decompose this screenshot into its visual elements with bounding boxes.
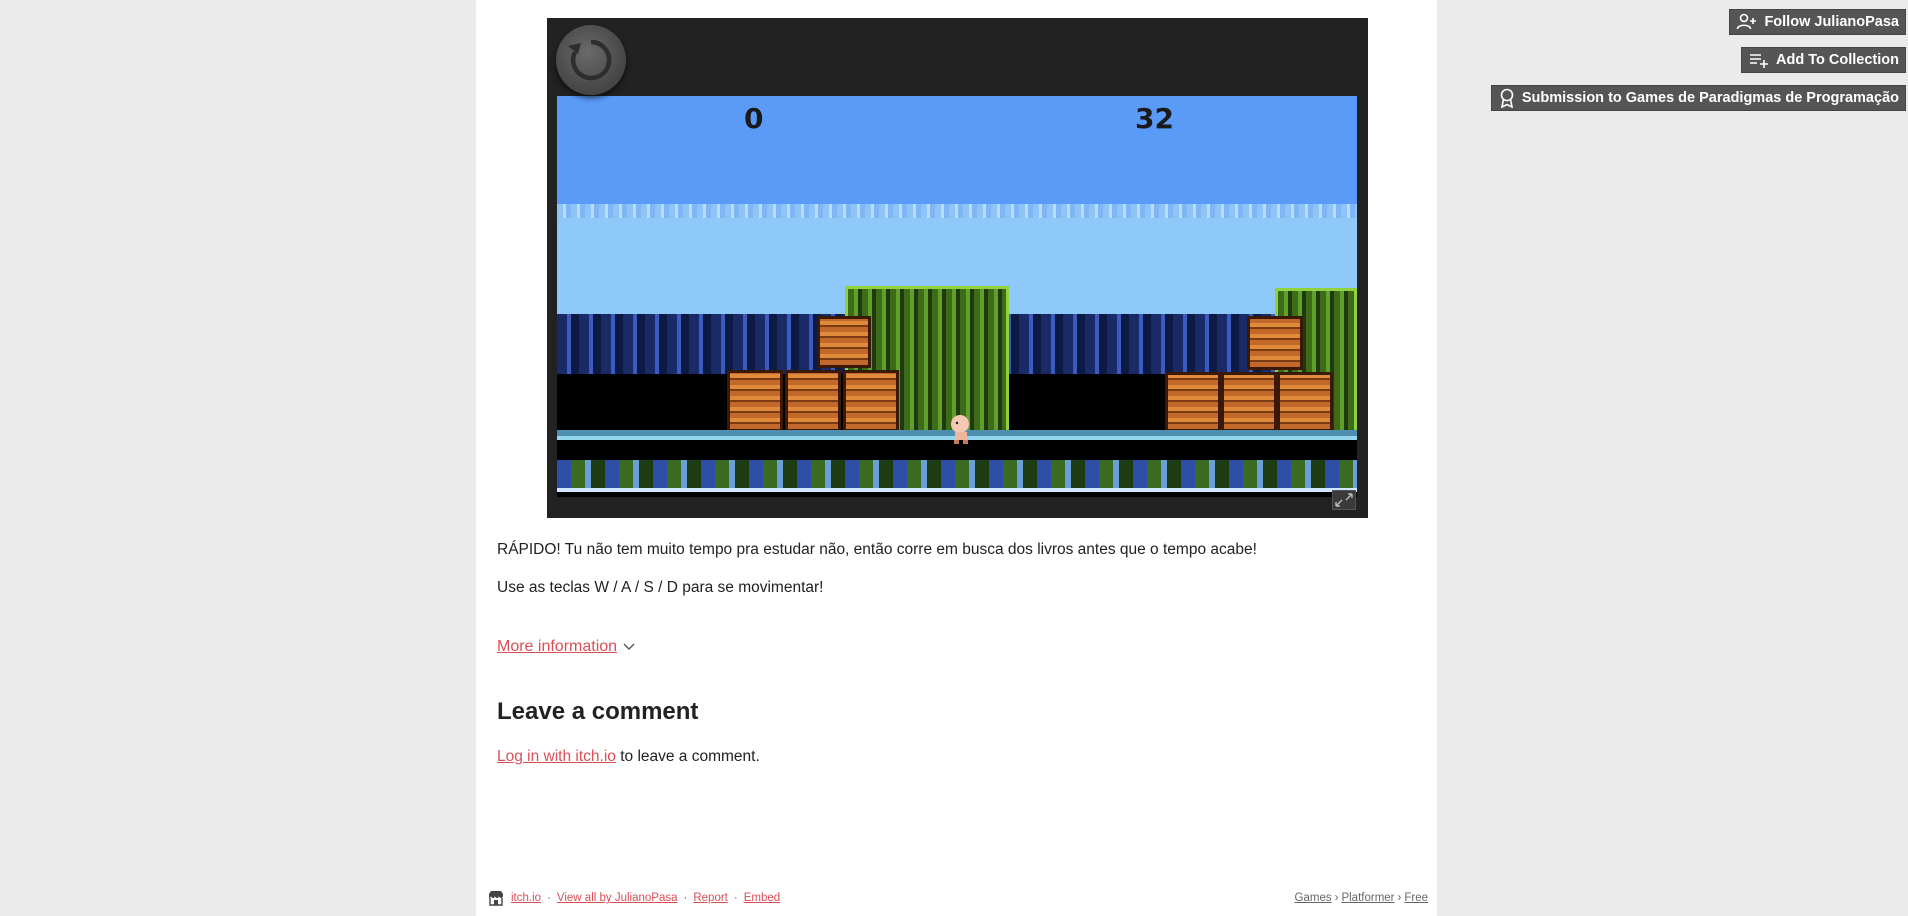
submission-button[interactable]: Submission to Games de Paradigmas de Pro… <box>1490 85 1906 111</box>
game-floor-edge <box>557 488 1357 492</box>
view-all-link[interactable]: View all by JulianoPasa <box>557 892 678 904</box>
score-left: 0 <box>744 102 764 135</box>
reload-icon <box>568 39 612 81</box>
submission-label: Submission to Games de Paradigmas de Pro… <box>1521 90 1899 106</box>
footer-dot: · <box>683 892 688 904</box>
playlist-add-icon <box>1750 54 1769 68</box>
follow-button[interactable]: Follow JulianoPasa <box>1729 9 1906 35</box>
breadcrumb: Games › Platformer › Free <box>1295 892 1428 904</box>
wooden-crate <box>1165 372 1221 432</box>
score-right: 32 <box>1135 102 1174 135</box>
wooden-crate <box>727 370 783 432</box>
itchio-link[interactable]: itch.io <box>511 892 541 904</box>
game-description-line: RÁPIDO! Tu não tem muito tempo pra estud… <box>497 541 1257 558</box>
wooden-crate <box>843 370 899 432</box>
itchio-logo-icon <box>489 891 503 906</box>
fullscreen-icon <box>1335 493 1353 507</box>
breadcrumb-separator: › <box>1397 892 1402 904</box>
collection-label: Add To Collection <box>1776 52 1899 68</box>
add-to-collection-button[interactable]: Add To Collection <box>1741 47 1906 73</box>
wooden-crate <box>1247 316 1303 370</box>
more-information-label: More information <box>497 638 618 655</box>
comments-heading: Leave a comment <box>497 698 699 725</box>
breadcrumb-separator: › <box>1334 892 1339 904</box>
fullscreen-button[interactable] <box>1332 490 1356 510</box>
embed-link[interactable]: Embed <box>744 892 780 904</box>
login-prompt: Log in with itch.io to leave a comment. <box>497 748 760 766</box>
follow-label: Follow JulianoPasa <box>1764 14 1899 30</box>
player-character <box>951 415 969 444</box>
game-floor-tiles <box>557 460 1357 490</box>
more-information-toggle[interactable]: More information <box>497 638 635 656</box>
wooden-crate <box>1277 372 1333 432</box>
footer-links: itch.io · View all by JulianoPasa · Repo… <box>487 890 780 906</box>
game-canvas[interactable]: 0 32 <box>557 96 1357 497</box>
footer-dot: · <box>547 892 551 904</box>
login-link[interactable]: Log in with itch.io <box>497 748 616 765</box>
user-plus-icon <box>1737 13 1757 30</box>
game-sky <box>557 96 1357 206</box>
breadcrumb-platformer[interactable]: Platformer <box>1341 892 1394 904</box>
footer-dot: · <box>733 892 738 904</box>
game-clouds <box>557 204 1357 218</box>
breadcrumb-games[interactable]: Games <box>1295 892 1332 904</box>
chevron-down-icon <box>623 643 635 650</box>
wooden-crate <box>1221 372 1277 432</box>
award-icon <box>1500 88 1514 108</box>
reload-button[interactable] <box>556 25 626 95</box>
wooden-crate <box>785 370 841 432</box>
report-link[interactable]: Report <box>693 892 728 904</box>
login-suffix: to leave a comment. <box>615 748 760 765</box>
wooden-crate <box>817 316 871 368</box>
game-controls-line: Use as teclas W / A / S / D para se movi… <box>497 579 824 596</box>
breadcrumb-free[interactable]: Free <box>1404 892 1428 904</box>
